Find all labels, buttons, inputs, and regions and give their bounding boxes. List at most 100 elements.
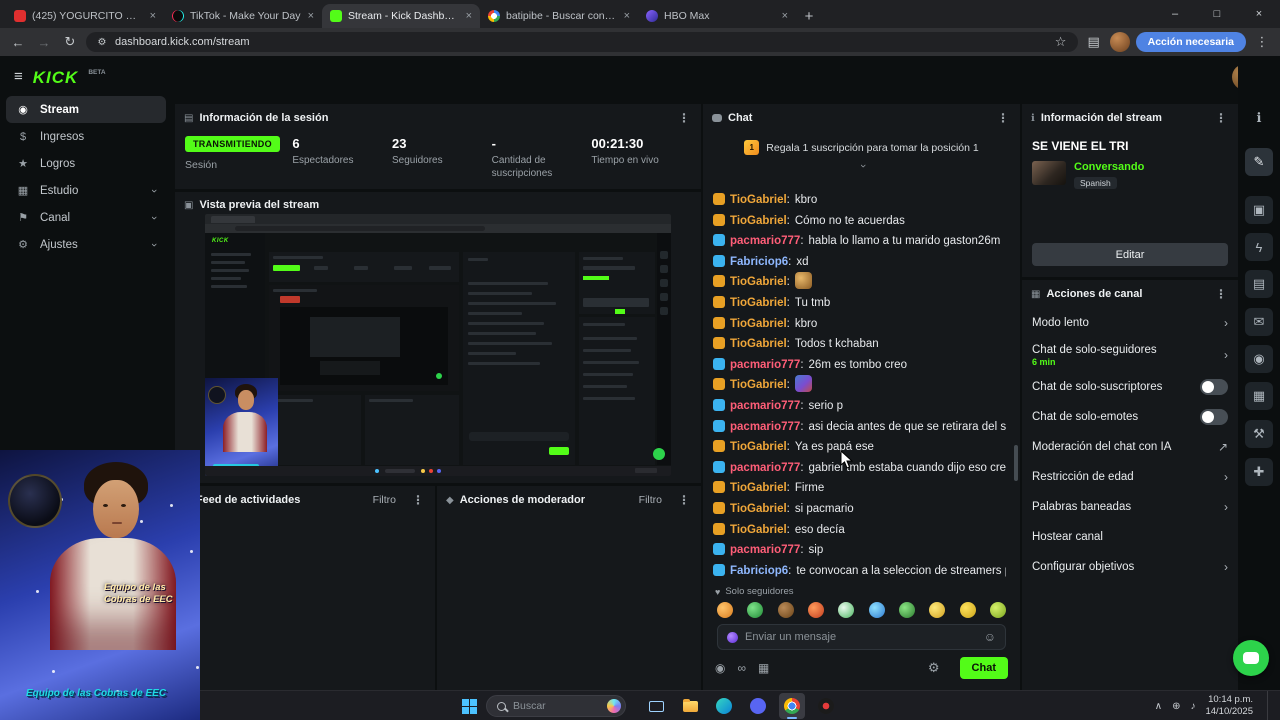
quick-emote-icon[interactable] <box>898 602 915 618</box>
kebab-menu-icon[interactable]: ⋮ <box>676 493 692 507</box>
tab-close-icon[interactable]: × <box>466 10 472 22</box>
quick-actions-icon[interactable]: ϟ <box>1245 233 1273 261</box>
category-link[interactable]: Conversando <box>1074 161 1144 173</box>
tab-google-search[interactable]: batipibe - Buscar con Google × <box>480 4 638 28</box>
kebab-menu-icon[interactable]: ⋮ <box>995 111 1011 125</box>
sidebar-item-ingresos[interactable]: $ Ingresos <box>6 123 166 150</box>
stream-preview-video[interactable]: KICK <box>205 214 671 476</box>
support-chat-bubble[interactable] <box>1233 640 1269 676</box>
messages-icon[interactable]: ✉ <box>1245 308 1273 336</box>
chat-username[interactable]: TioGabriel <box>730 318 787 330</box>
chat-username[interactable]: TioGabriel <box>730 215 787 227</box>
schedule-icon[interactable]: ▦ <box>758 661 769 675</box>
action-followers-only[interactable]: Chat de solo-seguidores 6 min › <box>1022 338 1238 372</box>
edit-stream-info-button[interactable]: Editar <box>1032 243 1228 266</box>
chat-username[interactable]: TioGabriel <box>730 276 787 288</box>
action-emotes-only[interactable]: Chat de solo-emotes <box>1022 402 1238 432</box>
sidebar-item-ajustes[interactable]: ⚙ Ajustes › <box>6 231 166 258</box>
forward-icon[interactable]: → <box>34 32 54 52</box>
quick-emote-icon[interactable] <box>959 602 976 618</box>
emoji-picker-icon[interactable]: ☺ <box>984 630 996 644</box>
chat-username[interactable]: TioGabriel <box>730 297 787 309</box>
tab-tiktok[interactable]: TikTok - Make Your Day × <box>164 4 322 28</box>
kebab-menu-icon[interactable]: ⋮ <box>1213 287 1229 301</box>
side-panel-icon[interactable]: ▤ <box>1084 32 1104 52</box>
chat-username[interactable]: TioGabriel <box>730 194 787 206</box>
chat-messages[interactable]: TioGabriel: kbro TioGabriel: Cómo no te ac… <box>713 190 1006 582</box>
copilot-icon[interactable] <box>607 699 621 713</box>
chat-username[interactable]: pacmario777 <box>730 359 800 371</box>
action-host-channel[interactable]: Hostear canal <box>1022 522 1238 552</box>
action-ai-moderation[interactable]: Moderación del chat con IA ↗ <box>1022 432 1238 462</box>
chat-settings-gear-icon[interactable]: ⚙ <box>928 660 940 676</box>
tab-close-icon[interactable]: × <box>308 10 314 22</box>
action-configure-goals[interactable]: Configurar objetivos › <box>1022 552 1238 582</box>
quick-emote-icon[interactable] <box>989 602 1006 618</box>
action-needed-button[interactable]: Acción necesaria <box>1135 32 1246 52</box>
quick-emote-icon[interactable] <box>747 602 764 618</box>
action-slow-mode[interactable]: Modo lento › <box>1022 308 1238 338</box>
emotes-only-toggle[interactable] <box>1200 409 1228 425</box>
sidebar-item-stream[interactable]: ◉ Stream <box>6 96 166 123</box>
pinned-gift-message[interactable]: 1 Regala 1 suscripción para tomar la pos… <box>703 132 1020 159</box>
show-desktop-button[interactable] <box>1267 691 1270 720</box>
tab-hbo-max[interactable]: HBO Max × <box>638 4 796 28</box>
category-thumbnail[interactable] <box>1032 161 1066 185</box>
filter-button[interactable]: Filtro <box>639 494 662 506</box>
shared-chat-icon[interactable]: ∞ <box>737 661 746 675</box>
chat-username[interactable]: pacmario777 <box>730 235 800 247</box>
tools-icon[interactable]: ⚒ <box>1245 420 1273 448</box>
file-explorer-icon[interactable] <box>677 693 703 719</box>
window-close-button[interactable]: × <box>1238 0 1280 28</box>
poll-icon[interactable]: ▦ <box>1245 382 1273 410</box>
tab-close-icon[interactable]: × <box>150 10 156 22</box>
info-icon[interactable]: ℹ <box>1245 104 1273 132</box>
reload-icon[interactable]: ↻ <box>60 32 80 52</box>
site-settings-icon[interactable]: ⚙ <box>96 32 108 52</box>
collapse-pinned-icon[interactable]: › <box>703 159 1020 173</box>
tab-kick-dashboard[interactable]: Stream - Kick Dashboard × <box>322 4 480 28</box>
edit-icon[interactable]: ✎ <box>1245 148 1273 176</box>
address-bar[interactable]: ⚙ dashboard.kick.com/stream ☆ <box>86 32 1078 52</box>
kebab-menu-icon[interactable]: ⋮ <box>410 493 426 507</box>
bookmark-star-icon[interactable]: ☆ <box>1054 32 1068 52</box>
task-view-icon[interactable] <box>643 693 669 719</box>
browser-menu-icon[interactable]: ⋮ <box>1252 32 1272 52</box>
action-subscribers-only[interactable]: Chat de solo-suscriptores <box>1022 372 1238 402</box>
chat-username[interactable]: pacmario777 <box>730 400 800 412</box>
windows-start-icon[interactable] <box>462 698 477 714</box>
kebab-menu-icon[interactable]: ⋮ <box>676 111 692 125</box>
chat-username[interactable]: TioGabriel <box>730 503 787 515</box>
clips-icon[interactable]: ▣ <box>1245 196 1273 224</box>
network-icon[interactable]: ⊕ <box>1172 701 1180 712</box>
quick-emote-icon[interactable] <box>929 602 946 618</box>
broadcast-icon[interactable]: ◉ <box>1245 345 1273 373</box>
new-tab-button[interactable]: + <box>796 4 822 28</box>
kick-logo[interactable]: KICK <box>33 69 79 86</box>
window-minimize-button[interactable]: – <box>1154 0 1196 28</box>
chat-username[interactable]: Fabriciop6 <box>730 256 788 268</box>
action-banned-words[interactable]: Palabras baneadas › <box>1022 492 1238 522</box>
chat-username[interactable]: pacmario777 <box>730 544 800 556</box>
kick-emote-icon[interactable] <box>727 631 738 643</box>
tray-expand-icon[interactable]: ∧ <box>1155 701 1162 712</box>
action-age-restriction[interactable]: Restricción de edad › <box>1022 462 1238 492</box>
taskbar-search[interactable] <box>486 695 626 717</box>
back-icon[interactable]: ← <box>8 32 28 52</box>
quick-emote-icon[interactable] <box>777 602 794 618</box>
chat-username[interactable]: TioGabriel <box>730 441 787 453</box>
invite-icon[interactable]: ✚ <box>1245 458 1273 486</box>
chat-username[interactable]: pacmario777 <box>730 462 800 474</box>
browser-profile-avatar[interactable] <box>1109 32 1130 52</box>
chat-username[interactable]: TioGabriel <box>730 482 787 494</box>
quick-emote-icon[interactable] <box>868 602 885 618</box>
opera-gx-icon[interactable] <box>813 693 839 719</box>
sidebar-item-estudio[interactable]: ▦ Estudio › <box>6 177 166 204</box>
chat-username[interactable]: Fabriciop6 <box>730 565 788 577</box>
chrome-icon-active[interactable] <box>779 693 805 719</box>
tab-youtube[interactable]: (425) YOGURCITO REMI... × <box>6 4 164 28</box>
chat-username[interactable]: pacmario777 <box>730 421 800 433</box>
taskbar-clock[interactable]: 10:14 p.m. 14/10/2025 <box>1205 694 1253 719</box>
quick-emote-icon[interactable] <box>717 602 733 618</box>
sidebar-item-logros[interactable]: ★ Logros <box>6 150 166 177</box>
